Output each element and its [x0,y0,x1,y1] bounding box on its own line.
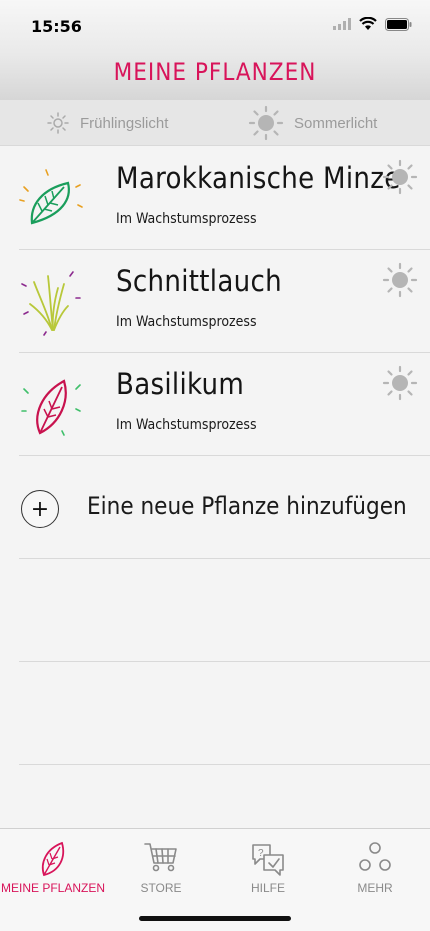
wifi-icon [359,17,377,30]
plant-status: Im Wachstumsprozess [116,314,257,330]
tab-label: HILFE [250,881,285,895]
spring-light-label: Frühlingslicht [80,114,169,132]
row-divider [19,764,430,765]
sun-icon[interactable] [382,365,418,401]
plant-status: Im Wachstumsprozess [116,211,257,227]
empty-row [0,662,430,765]
plant-row-chives[interactable]: Schnittlauch Im Wachstumsprozess [0,250,430,353]
help-chat-icon: ? [252,844,284,876]
app-header: 15:56 MEINE PFLANZEN [0,0,430,100]
plant-name: Marokkanische Minze [116,161,401,195]
tab-meine-pflanzen[interactable]: MEINE PFLANZEN [0,829,106,909]
plant-status: Im Wachstumsprozess [116,417,257,433]
sun-icon[interactable] [382,159,418,195]
plant-row-mint[interactable]: Marokkanische Minze Im Wachstumsprozess [0,147,430,250]
plant-name: Schnittlauch [116,264,282,298]
mint-leaf-icon [19,169,83,225]
battery-icon [385,17,412,31]
tab-label: MEHR [357,881,393,895]
tab-label: MEINE PFLANZEN [0,881,105,895]
tab-mehr[interactable]: MEHR [322,829,428,909]
tab-label: STORE [140,881,182,895]
cellular-signal-icon [333,18,351,30]
more-circles-icon [359,842,391,871]
summer-light-option[interactable]: Sommerlicht [248,100,377,146]
plant-row-basil[interactable]: Basilikum Im Wachstumsprozess [0,353,430,456]
add-plant-row[interactable]: + Eine neue Pflanze hinzufügen [0,456,430,559]
summer-light-icon [248,105,284,141]
cart-icon [144,843,177,872]
home-indicator [139,916,291,921]
chives-icon [21,271,81,336]
spring-light-option[interactable]: Frühlingslicht [46,100,168,146]
basil-leaf-icon [21,379,81,436]
light-selector-bar: Frühlingslicht Sommerlicht [0,100,430,146]
status-icons [333,17,412,31]
tab-store[interactable]: STORE [108,829,214,909]
empty-row [0,559,430,662]
svg-text:?: ? [258,848,264,859]
sun-icon[interactable] [382,262,418,298]
status-time: 15:56 [31,17,82,36]
plant-name: Basilikum [116,367,245,401]
spring-light-icon [47,112,69,134]
tab-hilfe[interactable]: ? HILFE [215,829,321,909]
leaf-icon [41,841,65,877]
page-title: MEINE PFLANZEN [113,58,317,86]
summer-light-label: Sommerlicht [294,114,378,132]
